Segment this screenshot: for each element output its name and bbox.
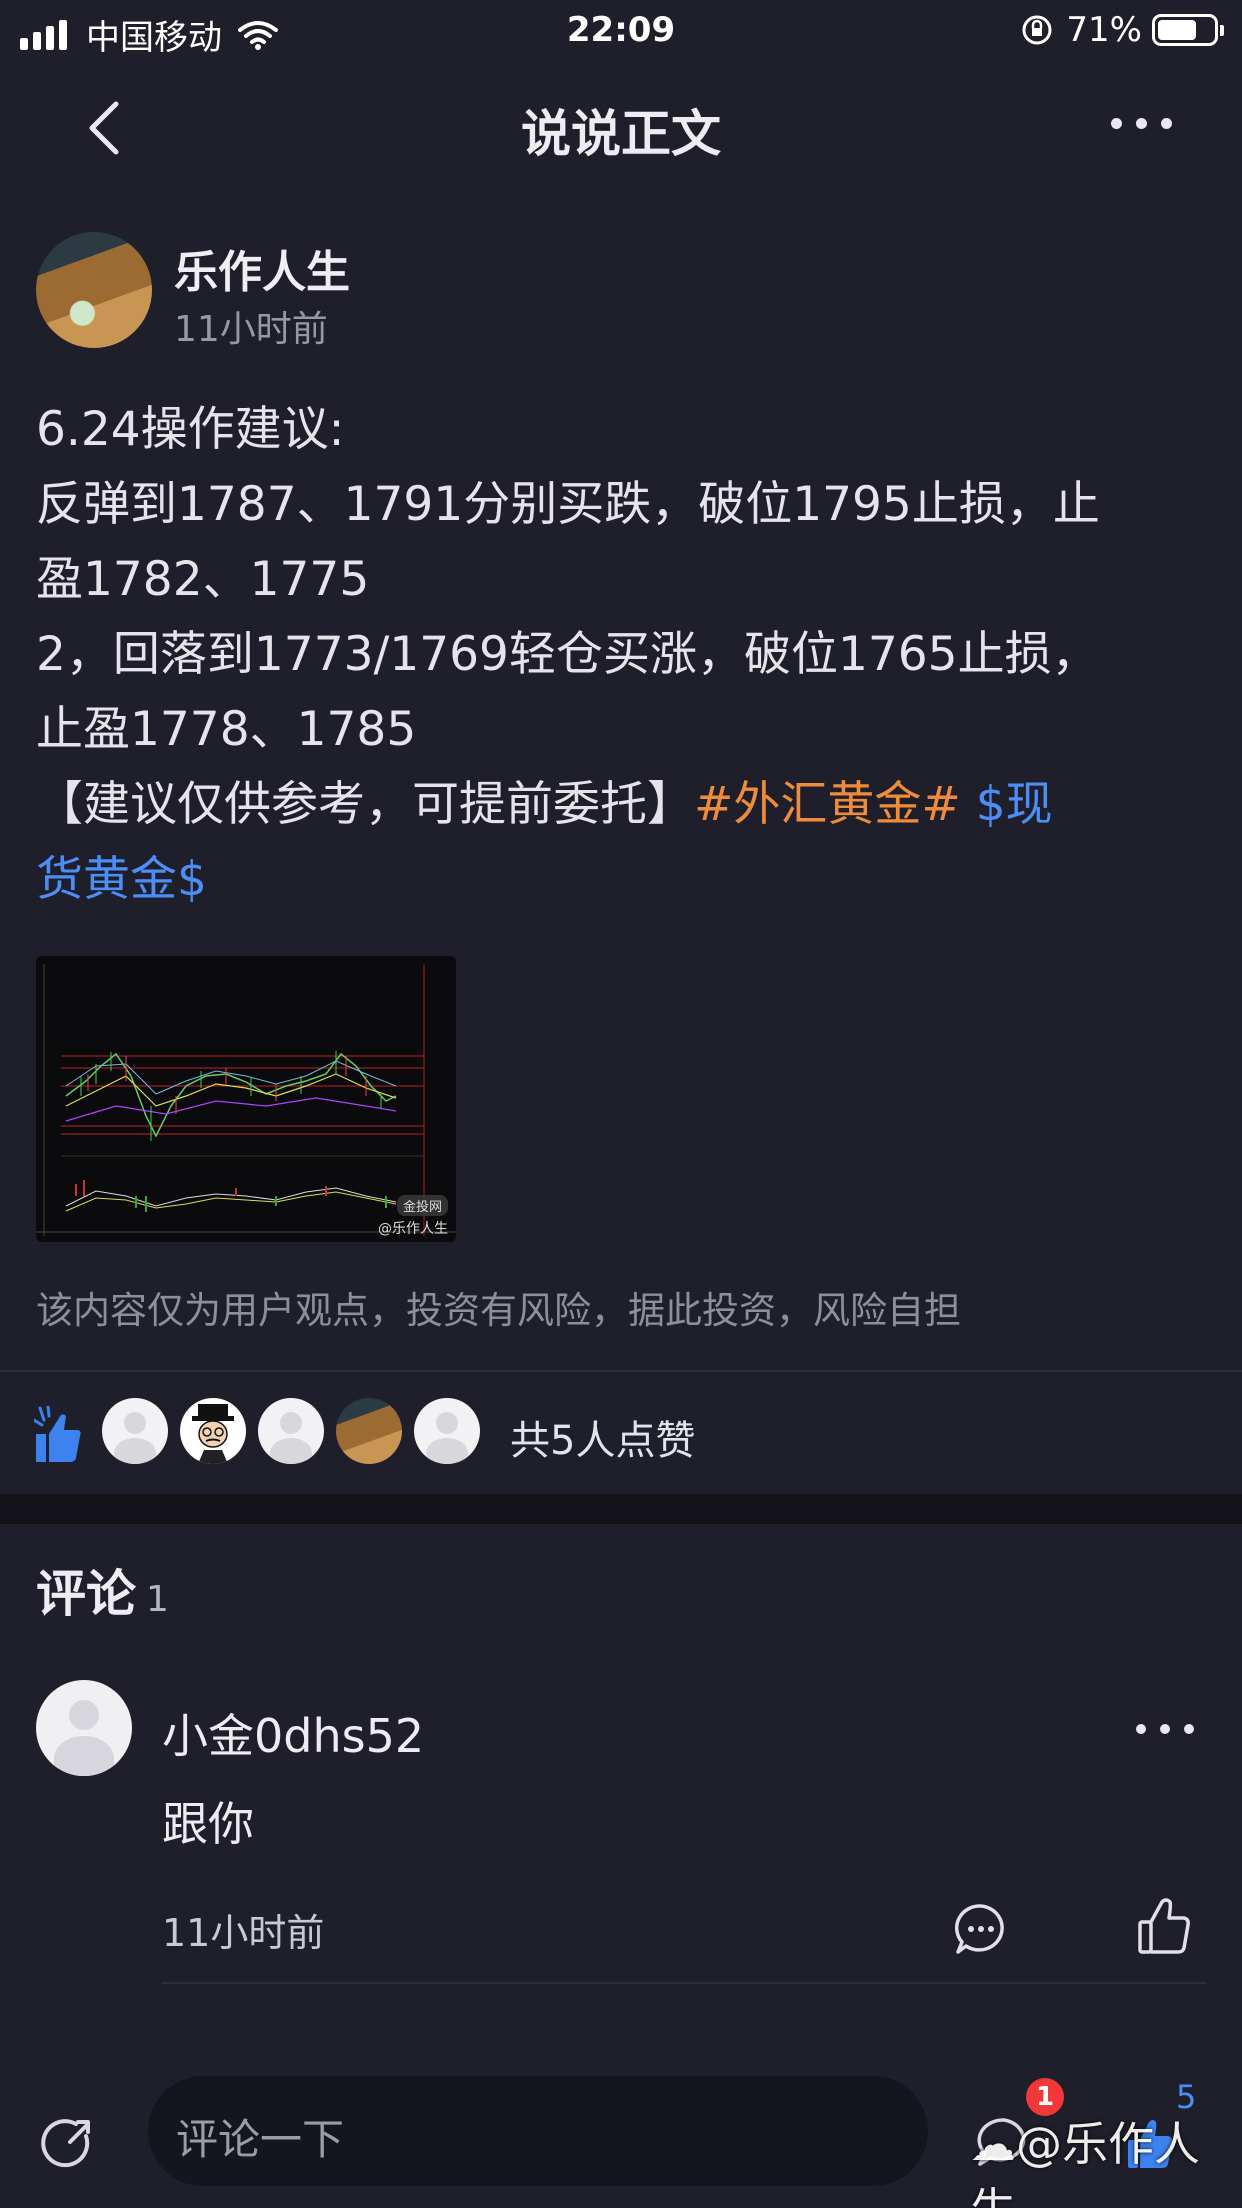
comments-count: 1: [146, 1579, 169, 1620]
page-title: 说说正文: [521, 105, 721, 163]
topic-link[interactable]: #外汇黄金#: [694, 777, 961, 832]
avatar[interactable]: [102, 1398, 168, 1464]
stock-link-continued[interactable]: 货黄金$: [36, 852, 207, 907]
reply-icon[interactable]: [954, 1902, 1008, 1956]
divider: [0, 1370, 1242, 1372]
image-watermark-site: 金投网: [396, 1195, 448, 1216]
stock-link[interactable]: $现: [961, 777, 1053, 832]
post-line: 货黄金$: [36, 842, 1206, 917]
comment-input[interactable]: 评论一下: [148, 2076, 928, 2186]
post-line: 6.24操作建议:: [36, 402, 345, 457]
author-name[interactable]: 乐作人生: [174, 236, 350, 300]
avatar[interactable]: [414, 1398, 480, 1464]
chart-image-graphic: [36, 956, 456, 1242]
battery-percent: 71%: [1066, 10, 1142, 50]
post-line: 反弹到1787、1791分别买跌，破位1795止损，止: [36, 477, 1100, 532]
post-image[interactable]: 金投网 @乐作人生: [36, 956, 456, 1242]
avatar[interactable]: [180, 1398, 246, 1464]
thumbs-up-icon: [34, 1406, 81, 1462]
post-line: 【建议仅供参考，可提前委托】#外汇黄金# $现: [36, 767, 1206, 842]
battery-icon: [1152, 14, 1224, 46]
comment-text: 跟你: [162, 1797, 254, 1851]
weibo-logo-icon: ☁: [970, 2117, 1016, 2171]
author-avatar[interactable]: [36, 232, 152, 348]
post-text: 【建议仅供参考，可提前委托】: [36, 777, 694, 832]
status-bar: 中国移动 22:09 71%: [0, 0, 1242, 62]
status-right: 71%: [1020, 10, 1224, 50]
commenter-name[interactable]: 小金0dhs52: [162, 1700, 424, 1766]
avatar[interactable]: [258, 1398, 324, 1464]
comments-label: 评论: [36, 1565, 136, 1623]
nav-bar: 说说正文: [0, 70, 1242, 182]
comment-more-icon[interactable]: [1122, 1724, 1194, 1734]
comment-time: 11小时前: [162, 1911, 325, 1955]
comments-header: 评论 1: [36, 1554, 169, 1626]
post-content: 6.24操作建议: 反弹到1787、1791分别买跌，破位1795止损，止 盈178…: [36, 392, 1206, 917]
risk-disclaimer: 该内容仅为用户观点，投资有风险，据此投资，风险自担: [36, 1289, 961, 1332]
weibo-watermark: ☁@乐作人生: [970, 2108, 1242, 2208]
post-line: 止盈1778、1785: [36, 702, 417, 757]
post-line: 2，回落到1773/1769轻仓买涨，破位1765止损，: [36, 627, 1099, 682]
like-icon[interactable]: [1136, 1896, 1192, 1956]
section-divider: [0, 1494, 1242, 1524]
liker-avatars: [102, 1398, 492, 1464]
comment-item: 小金0dhs52 跟你 11小时前: [0, 1680, 1242, 1982]
avatar[interactable]: [336, 1398, 402, 1464]
divider: [162, 1982, 1206, 1984]
share-icon[interactable]: [40, 2116, 96, 2172]
post-author: 乐作人生 11小时前: [36, 232, 1206, 352]
cartoon-avatar-icon: [192, 1404, 234, 1464]
more-options-icon[interactable]: [1097, 118, 1172, 129]
rotation-lock-icon: [1022, 15, 1052, 45]
post-time: 11小时前: [174, 309, 328, 350]
image-watermark-user: @乐作人生: [378, 1221, 448, 1237]
likes-row[interactable]: 共5人点赞: [0, 1398, 1242, 1472]
comment-input-placeholder: 评论一下: [176, 2115, 345, 2164]
likes-summary[interactable]: 共5人点赞: [510, 1408, 695, 1466]
post-line: 盈1782、1775: [36, 552, 370, 607]
commenter-avatar[interactable]: [36, 1680, 132, 1776]
